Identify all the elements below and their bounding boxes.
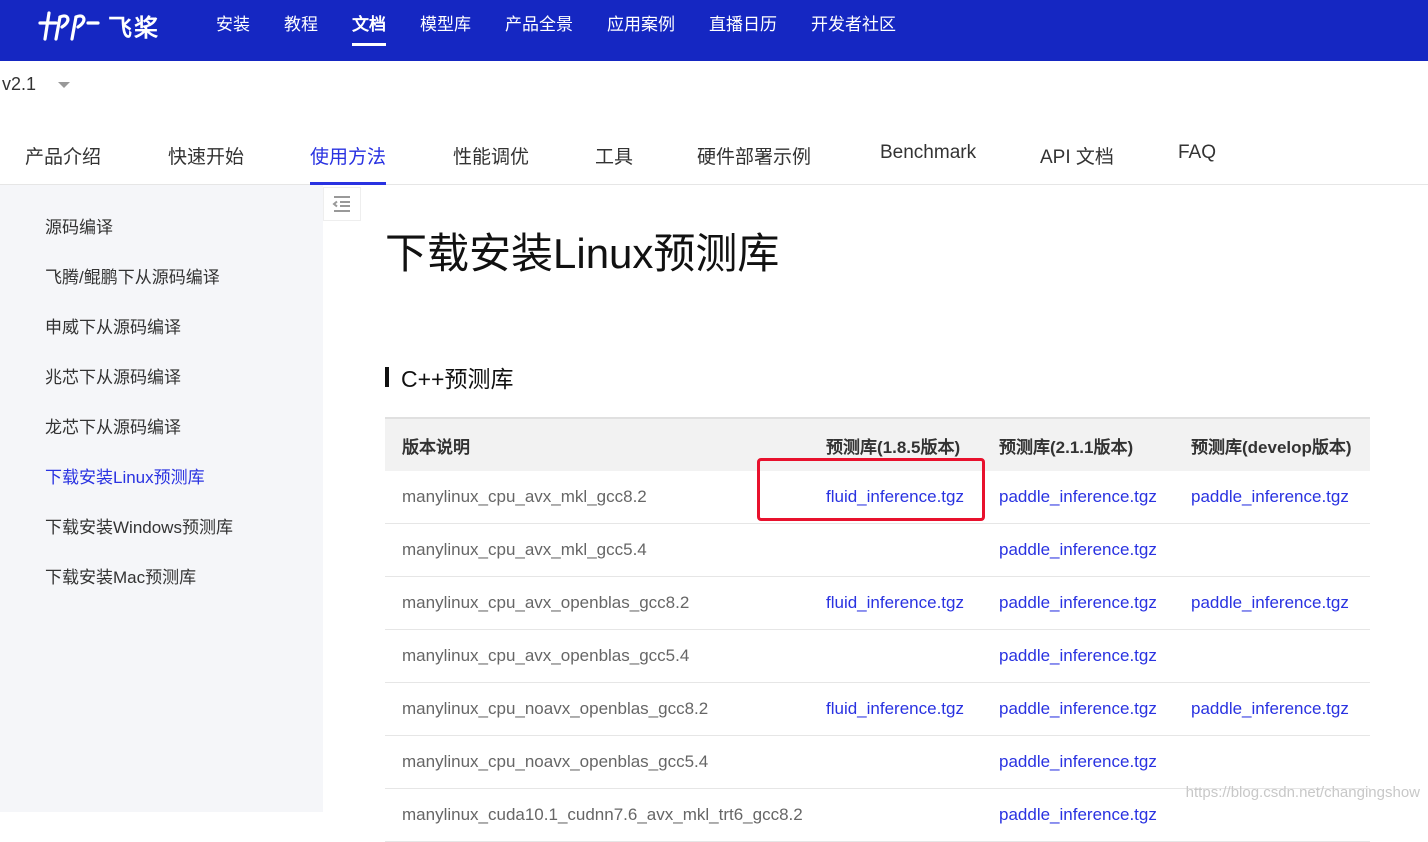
download-link-2-1-1[interactable]: paddle_inference.tgz [999, 699, 1157, 718]
sidebar: 源码编译 飞腾/鲲鹏下从源码编译 申威下从源码编译 兆芯下从源码编译 龙芯下从源… [0, 185, 323, 812]
chevron-down-icon [58, 81, 71, 88]
tab-product-intro[interactable]: 产品介绍 [25, 142, 101, 184]
sidebar-item-loongson[interactable]: 龙芯下从源码编译 [45, 413, 181, 438]
sidebar-item-sunway[interactable]: 申威下从源码编译 [45, 313, 181, 338]
download-link-1-8-5[interactable]: fluid_inference.tgz [826, 593, 964, 612]
doc-tabs: 产品介绍 快速开始 使用方法 性能调优 工具 硬件部署示例 Benchmark … [0, 122, 1428, 185]
tab-tools[interactable]: 工具 [595, 142, 633, 184]
download-link-develop[interactable]: paddle_inference.tgz [1191, 699, 1349, 718]
heading-marker [385, 367, 389, 387]
sidebar-item-windows-lib[interactable]: 下载安装Windows预测库 [45, 513, 233, 538]
watermark: https://blog.csdn.net/changingshow [1185, 784, 1420, 801]
download-link-2-1-1[interactable]: paddle_inference.tgz [999, 540, 1157, 559]
version-cell: manylinux_cpu_noavx_openblas_gcc5.4 [385, 735, 826, 789]
table-row: manylinux_cpu_noavx_openblas_gcc8.2 flui… [385, 682, 1370, 736]
sidebar-item-source-build[interactable]: 源码编译 [45, 213, 113, 238]
table-row: manylinux_cpu_avx_mkl_gcc5.4 paddle_infe… [385, 523, 1370, 577]
sidebar-item-zhaoxin[interactable]: 兆芯下从源码编译 [45, 363, 181, 388]
paddlepaddle-logo[interactable]: 飞桨 [36, 6, 160, 44]
annotation-highlight-box [757, 458, 985, 521]
version-cell: manylinux_cpu_noavx_openblas_gcc8.2 [385, 682, 826, 736]
table-row: manylinux_cpu_noavx_openblas_gcc5.4 padd… [385, 735, 1370, 789]
download-link-develop[interactable]: paddle_inference.tgz [1191, 487, 1349, 506]
top-nav-community[interactable]: 开发者社区 [811, 0, 896, 50]
section-heading: C++预测库 [385, 360, 513, 394]
sidebar-item-phytium-kunpeng[interactable]: 飞腾/鲲鹏下从源码编译 [45, 263, 220, 288]
download-link-1-8-5[interactable]: fluid_inference.tgz [826, 699, 964, 718]
version-cell: manylinux_cpu_avx_openblas_gcc8.2 [385, 576, 826, 630]
top-nav-products[interactable]: 产品全景 [505, 0, 573, 50]
top-nav-cases[interactable]: 应用案例 [607, 0, 675, 50]
version-value: v2.1 [2, 74, 37, 94]
column-header-2-1-1: 预测库(2.1.1版本) [999, 437, 1134, 457]
page-title: 下载安装Linux预测库 [385, 230, 780, 277]
download-link-2-1-1[interactable]: paddle_inference.tgz [999, 805, 1157, 824]
tab-quick-start[interactable]: 快速开始 [168, 142, 244, 184]
column-header-develop: 预测库(develop版本) [1191, 437, 1352, 457]
top-nav-models[interactable]: 模型库 [420, 0, 471, 50]
top-nav-docs[interactable]: 文档 [352, 0, 386, 50]
tab-hardware-deploy[interactable]: 硬件部署示例 [697, 142, 811, 184]
section-title-text: C++预测库 [401, 366, 514, 392]
download-link-2-1-1[interactable]: paddle_inference.tgz [999, 646, 1157, 665]
sidebar-collapse-button[interactable] [323, 187, 361, 221]
top-nav-menu: 安装 教程 文档 模型库 产品全景 应用案例 直播日历 开发者社区 [216, 0, 930, 61]
tab-api-docs[interactable]: API 文档 [1040, 142, 1114, 184]
version-cell: manylinux_cpu_avx_mkl_gcc5.4 [385, 523, 826, 577]
table-row: manylinux_cpu_avx_openblas_gcc5.4 paddle… [385, 629, 1370, 683]
table-row: manylinux_cpu_avx_openblas_gcc8.2 fluid_… [385, 576, 1370, 630]
download-link-2-1-1[interactable]: paddle_inference.tgz [999, 593, 1157, 612]
sidebar-item-mac-lib[interactable]: 下载安装Mac预测库 [45, 563, 196, 588]
top-navbar: 飞桨 安装 教程 文档 模型库 产品全景 应用案例 直播日历 开发者社区 [0, 0, 1428, 61]
tab-faq[interactable]: FAQ [1178, 142, 1216, 184]
menu-collapse-icon [332, 196, 350, 212]
paddle-logo-icon [38, 11, 100, 41]
tab-usage[interactable]: 使用方法 [310, 142, 387, 185]
version-cell: manylinux_cpu_avx_openblas_gcc5.4 [385, 629, 826, 683]
download-link-2-1-1[interactable]: paddle_inference.tgz [999, 752, 1157, 771]
tab-performance-tuning[interactable]: 性能调优 [453, 142, 529, 184]
top-nav-install[interactable]: 安装 [216, 0, 250, 50]
version-cell: manylinux_cuda10.1_cudnn7.6_avx_mkl_trt6… [385, 788, 826, 842]
download-link-2-1-1[interactable]: paddle_inference.tgz [999, 487, 1157, 506]
top-nav-live-calendar[interactable]: 直播日历 [709, 0, 777, 50]
download-link-develop[interactable]: paddle_inference.tgz [1191, 593, 1349, 612]
tab-benchmark[interactable]: Benchmark [880, 142, 976, 184]
version-select[interactable]: v2.1 [2, 74, 71, 95]
sidebar-item-linux-lib[interactable]: 下载安装Linux预测库 [45, 463, 205, 488]
top-nav-tutorial[interactable]: 教程 [284, 0, 318, 50]
logo-text: 飞桨 [108, 13, 160, 42]
